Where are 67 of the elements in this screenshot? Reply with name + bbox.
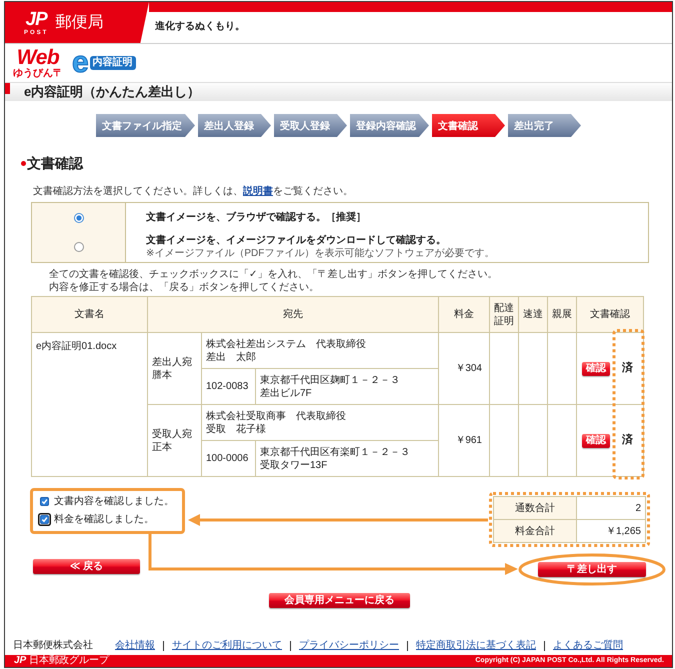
recipient-role: 受取人宛正本 — [152, 428, 193, 454]
postal-code: 100-0006 — [206, 452, 248, 465]
confirm-button[interactable]: 確認 — [582, 362, 610, 376]
fee-amount: ￥304 — [455, 362, 482, 375]
checkbox[interactable] — [38, 513, 51, 526]
instruction-text: 内容を修正する場合は、「戻る」ボタンを押してください。 — [49, 281, 319, 294]
logo-mark: JP — [26, 10, 47, 28]
web-logo-subtext: ゆうびん〒 — [13, 69, 63, 79]
progress-step: 文書ファイル指定 — [96, 114, 195, 137]
progress-step: 登録内容確認 — [350, 114, 429, 137]
column-header: 料金 — [438, 296, 490, 332]
intro-text: 文書確認方法を選択してください。詳しくは、説明書をご覧ください。 — [33, 185, 353, 198]
address-text: 東京都千代田区有楽町１－２－３ 受取タワー13F — [260, 446, 410, 472]
recipient-name: 株式会社受取商事 代表取締役 受取 花子様 — [206, 410, 346, 436]
option-label: 文書イメージを、ブラウザで確認する。［推奨］ — [146, 211, 366, 224]
fee-amount: ￥961 — [455, 434, 482, 447]
instruction-text: 全ての文書を確認後、チェックボックスに「✓」を入れ、「〒差し出す」ボタンを押してください。 — [49, 268, 498, 281]
column-header: 親展 — [548, 296, 576, 332]
radio-button[interactable] — [74, 212, 84, 222]
tagline: 進化するぬくもり。 — [155, 21, 245, 33]
footer-link[interactable]: 会社情報 — [110, 639, 160, 652]
checkbox-label: 文書内容を確認しました。 — [54, 495, 174, 508]
progress-step: 文書確認 — [432, 114, 505, 137]
back-button[interactable]: ≪ 戻る — [33, 559, 140, 574]
web-logo-text: Web — [16, 47, 60, 68]
file-name: e内容証明01.docx — [36, 340, 117, 353]
recipient-name: 株式会社差出システム 代表取締役 差出 太郎 — [206, 338, 366, 364]
column-header: 宛先 — [148, 296, 438, 332]
confirm-button[interactable]: 確認 — [582, 434, 610, 448]
postal-code: 102-0083 — [206, 380, 248, 393]
brand-name: 郵便局 — [55, 14, 104, 32]
column-header: 文書名 — [32, 296, 148, 332]
address-text: 東京都千代田区麹町１－２－３ 差出ビル7F — [260, 374, 400, 400]
column-header: 配達証明 — [490, 296, 518, 332]
manual-link[interactable]: 説明書 — [243, 186, 273, 197]
option-note: ※イメージファイル（PDFファイル）を表示可能なソフトウェアが必要です。 — [146, 247, 494, 260]
status-text: 済 — [622, 434, 633, 447]
page-title: e内容証明（かんたん差出し） — [24, 84, 200, 100]
total-value: 2 — [635, 502, 641, 514]
status-text: 済 — [622, 362, 633, 375]
member-menu-button[interactable]: 会員専用メニューに戻る — [269, 593, 410, 608]
progress-step: 差出完了 — [508, 114, 581, 137]
radio-button[interactable] — [74, 242, 84, 252]
progress-step: 受取人登録 — [274, 114, 347, 137]
footer-link[interactable]: 特定商取引法に基づく表記 — [411, 639, 541, 652]
column-header: 速達 — [518, 296, 548, 332]
progress-step: 差出人登録 — [198, 114, 271, 137]
e-logo-mark: e — [72, 50, 89, 76]
total-value: ￥1,265 — [606, 526, 641, 537]
footer-link[interactable]: プライバシーポリシー — [294, 639, 404, 652]
option-label: 文書イメージを、イメージファイルをダウンロードして確認する。 — [146, 234, 446, 247]
e-logo-label: 内容証明 — [90, 56, 136, 70]
title-marker-icon — [5, 83, 10, 94]
group-logo-mark: JP — [14, 655, 26, 667]
checkbox[interactable] — [40, 497, 49, 506]
column-header: 文書確認 — [576, 296, 644, 332]
group-name: 日本郵政グループ — [29, 655, 110, 667]
bullet-icon — [21, 160, 26, 166]
footer-link[interactable]: よくあるご質問 — [548, 639, 628, 652]
recipient-role: 差出人宛謄本 — [152, 356, 193, 382]
checkbox-label: 料金を確認しました。 — [54, 513, 154, 526]
section-heading: 文書確認 — [27, 155, 83, 171]
footer-link[interactable]: サイトのご利用について — [167, 639, 287, 652]
total-label: 料金合計 — [494, 520, 576, 542]
company-name: 日本郵便株式会社 — [13, 639, 93, 652]
submit-button[interactable]: 〒差し出す — [538, 562, 646, 577]
total-label: 通数合計 — [494, 496, 576, 520]
